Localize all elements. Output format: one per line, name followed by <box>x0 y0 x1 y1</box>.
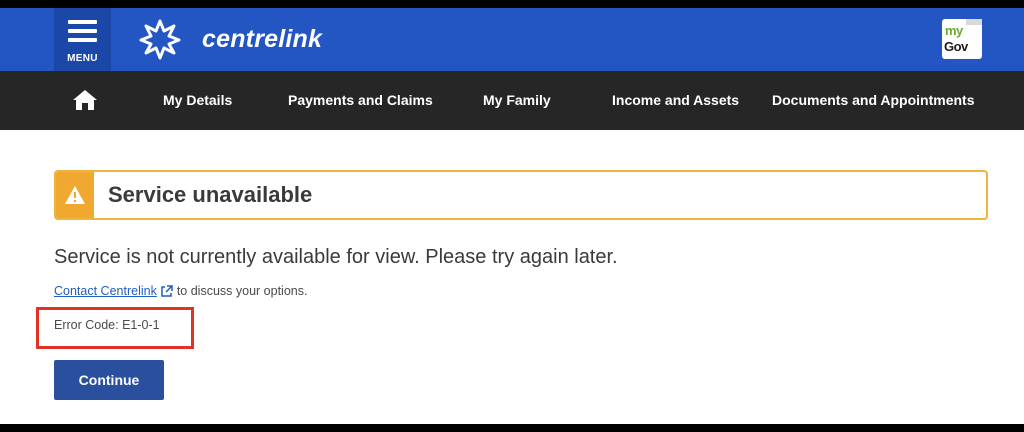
top-header: MENU centrelink my Gov <box>0 8 1024 71</box>
menu-button[interactable]: MENU <box>54 8 111 71</box>
nav-item-income-and-assets[interactable]: Income and Assets <box>612 71 739 130</box>
warning-icon <box>65 186 85 204</box>
error-code: Error Code: E1-0-1 <box>54 318 160 332</box>
mygov-gov-text: Gov <box>944 39 968 54</box>
brand-name: centrelink <box>202 24 323 53</box>
external-link-icon <box>161 284 173 297</box>
contact-centrelink-link[interactable]: Contact Centrelink <box>54 284 157 298</box>
alert-icon-box <box>56 172 94 218</box>
contact-line: Contact Centrelink to discuss your optio… <box>54 284 307 298</box>
continue-button[interactable]: Continue <box>54 360 164 400</box>
nav-item-documents-and-appointments[interactable]: Documents and Appointments <box>772 71 975 130</box>
alert-title: Service unavailable <box>108 182 313 207</box>
nav-item-my-family[interactable]: My Family <box>483 71 551 130</box>
contact-suffix: to discuss your options. <box>176 284 308 298</box>
nav-item-my-details[interactable]: My Details <box>163 71 232 130</box>
home-icon[interactable] <box>72 88 98 112</box>
unavailable-message: Service is not currently available for v… <box>54 246 618 268</box>
menu-label: MENU <box>67 53 98 64</box>
page: MENU centrelink my Gov My Details Paymen… <box>0 8 1024 424</box>
service-unavailable-alert: Service unavailable <box>54 170 988 220</box>
nav-item-payments-and-claims[interactable]: Payments and Claims <box>288 71 433 130</box>
hamburger-icon <box>68 20 97 42</box>
mygov-my-text: my <box>945 23 963 38</box>
centrelink-star-icon <box>139 19 181 60</box>
main-nav: My Details Payments and Claims My Family… <box>0 71 1024 130</box>
centrelink-logo[interactable]: centrelink <box>138 18 322 60</box>
mygov-logo[interactable]: my Gov <box>942 19 982 59</box>
